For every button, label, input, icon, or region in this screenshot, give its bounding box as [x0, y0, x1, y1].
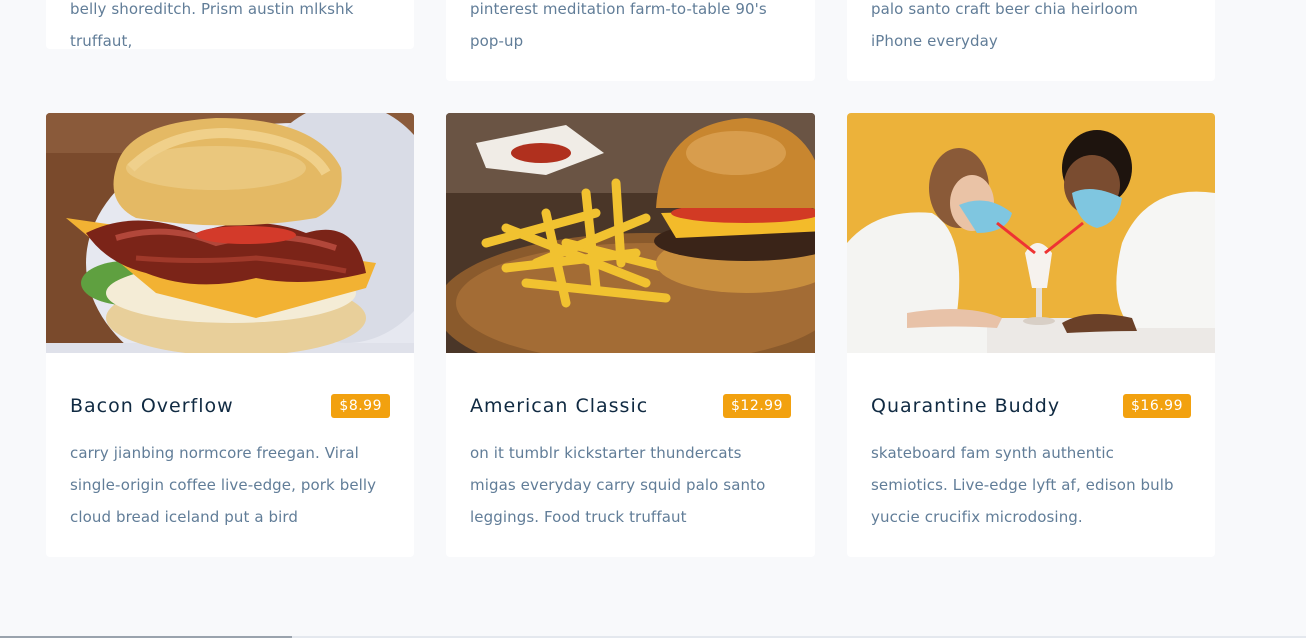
menu-item-description: palo santo craft beer chia heirloom iPho…	[871, 0, 1138, 50]
menu-item-title: Quarantine Buddy	[871, 395, 1061, 417]
menu-card-partial: belly shoreditch. Prism austin mlkshk tr…	[46, 0, 414, 49]
bacon-biscuit-sandwich-photo	[46, 113, 414, 353]
menu-card-partial: pinterest meditation farm-to-table 90's …	[446, 0, 815, 81]
menu-item-description: pinterest meditation farm-to-table 90's …	[470, 0, 767, 50]
menu-item-description: carry jianbing normcore freegan. Viral s…	[70, 444, 377, 526]
menu-card: Quarantine Buddy $16.99 skateboard fam s…	[847, 113, 1215, 557]
menu-card-header: Quarantine Buddy $16.99	[871, 393, 1191, 419]
menu-item-title: American Classic	[470, 395, 649, 417]
menu-card-header: Bacon Overflow $8.99	[70, 393, 390, 419]
menu-item-description: skateboard fam synth authentic semiotics…	[871, 444, 1174, 526]
price-badge: $8.99	[331, 394, 390, 418]
menu-card-header: American Classic $12.99	[470, 393, 791, 419]
price-badge: $16.99	[1123, 394, 1191, 418]
menu-card-partial: palo santo craft beer chia heirloom iPho…	[847, 0, 1215, 81]
burger-and-fries-photo	[446, 113, 815, 353]
menu-item-description: on it tumblr kickstarter thundercats mig…	[470, 444, 766, 526]
menu-item-title: Bacon Overflow	[70, 395, 234, 417]
menu-item-description: belly shoreditch. Prism austin mlkshk tr…	[70, 0, 354, 49]
couple-sharing-milkshake-photo	[847, 113, 1215, 353]
menu-card: American Classic $12.99 on it tumblr kic…	[446, 113, 815, 557]
menu-card: Bacon Overflow $8.99 carry jianbing norm…	[46, 113, 414, 557]
price-badge: $12.99	[723, 394, 791, 418]
